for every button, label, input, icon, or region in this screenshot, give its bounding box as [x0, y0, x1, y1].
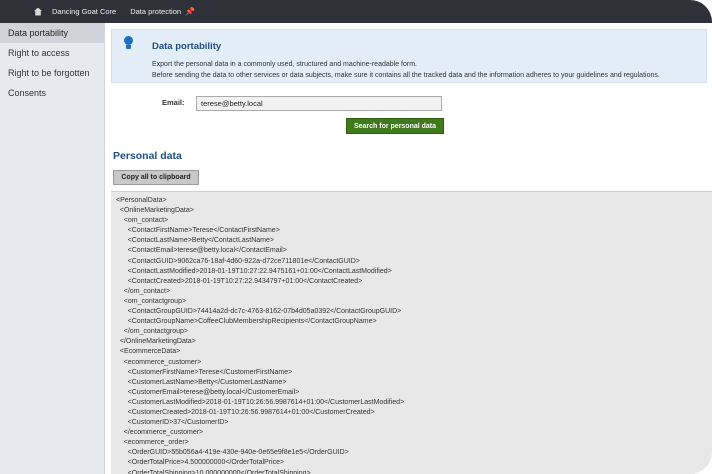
info-title: Data portability: [152, 41, 222, 52]
xml-line: </om_contactgroup>: [116, 328, 188, 336]
xml-line: <CustomerID>37</CustomerID>: [116, 419, 229, 427]
main-content: Data portability Export the personal dat…: [105, 23, 712, 474]
xml-line: <PersonalData>: [116, 197, 167, 204]
xml-line: <ContactGUID>9062ca76-18af-4d60-922a-d72…: [116, 257, 360, 265]
xml-line: <om_contactgroup>: [116, 297, 187, 305]
lightbulb-icon-base: [126, 45, 131, 49]
email-field[interactable]: [196, 96, 442, 111]
xml-line: <ContactEmail>terese@betty.local</Contac…: [116, 247, 287, 255]
copy-all-button[interactable]: Copy all to clipboard: [113, 170, 199, 185]
home-icon[interactable]: [34, 7, 42, 16]
xml-line: </OnlineMarketingData>: [116, 338, 196, 346]
xml-line: <OnlineMarketingData>: [116, 207, 194, 215]
email-label: Email:: [162, 98, 185, 107]
top-bar: Dancing Goat Core Data protection 📌: [0, 0, 712, 23]
pin-icon[interactable]: 📌: [185, 7, 195, 16]
xml-line: <ContactLastModified>2018-01-19T10:27:22…: [116, 267, 392, 275]
info-description-line2: Before sending the data to other service…: [152, 72, 660, 79]
sidebar-item-data-portability[interactable]: Data portability: [0, 23, 104, 43]
personal-data-xml: <PersonalData> <OnlineMarketingData> <om…: [111, 191, 712, 474]
lightbulb-icon: [124, 36, 133, 45]
xml-line: <ContactFirstName>Terese</ContactFirstNa…: [116, 227, 280, 235]
xml-line: </om_contact>: [116, 287, 171, 295]
xml-line: <OrderTotalShipping>10.000000000</OrderT…: [116, 469, 311, 474]
xml-line: <ContactCreated>2018-01-19T10:27:22.9434…: [116, 277, 363, 285]
xml-line: <ContactLastName>Betty</ContactLastName>: [116, 237, 274, 245]
xml-line: <EcommerceData>: [116, 348, 181, 356]
personal-data-title: Personal data: [113, 150, 182, 162]
info-description-line1: Export the personal data in a commonly u…: [152, 61, 417, 68]
xml-line: <CustomerLastName>Betty</CustomerLastNam…: [116, 378, 287, 386]
sidebar-item-consents[interactable]: Consents: [0, 83, 104, 103]
xml-line: <OrderTotalPrice>4.500000000</OrderTotal…: [116, 459, 285, 467]
xml-line: <CustomerLastModified>2018-01-19T10:26:5…: [116, 398, 405, 406]
app-frame: Dancing Goat Core Data protection 📌 Data…: [0, 0, 712, 474]
xml-line: <om_contact>: [116, 217, 169, 225]
xml-line: <CustomerFirstName>Terese</CustomerFirst…: [116, 368, 293, 376]
xml-line: <ContactGroupName>CoffeeClubMembershipRe…: [116, 318, 377, 326]
xml-line: <CustomerEmail>terese@betty.local</Custo…: [116, 388, 300, 396]
xml-line: <ecommerce_customer>: [116, 358, 202, 366]
xml-line: </ecommerce_customer>: [116, 429, 204, 437]
info-panel: Data portability Export the personal dat…: [111, 29, 707, 83]
sidebar-item-right-to-access[interactable]: Right to access: [0, 43, 104, 63]
breadcrumb-app[interactable]: Dancing Goat Core: [52, 7, 116, 16]
xml-line: <ContactGroupGUID>74414a2d-dc7c-4763-816…: [116, 308, 402, 316]
xml-line: <ecommerce_order>: [116, 439, 189, 447]
sidebar-item-right-to-be-forgotten[interactable]: Right to be forgotten: [0, 63, 104, 83]
xml-line: <OrderGUID>55b056a4-419e-430e-940e-0e65e…: [116, 449, 349, 457]
xml-line: <CustomerCreated>2018-01-19T10:26:56.998…: [116, 408, 375, 416]
sidebar: Data portability Right to access Right t…: [0, 23, 105, 474]
search-personal-data-button[interactable]: Search for personal data: [346, 118, 444, 134]
breadcrumb-page: Data protection: [130, 7, 182, 16]
